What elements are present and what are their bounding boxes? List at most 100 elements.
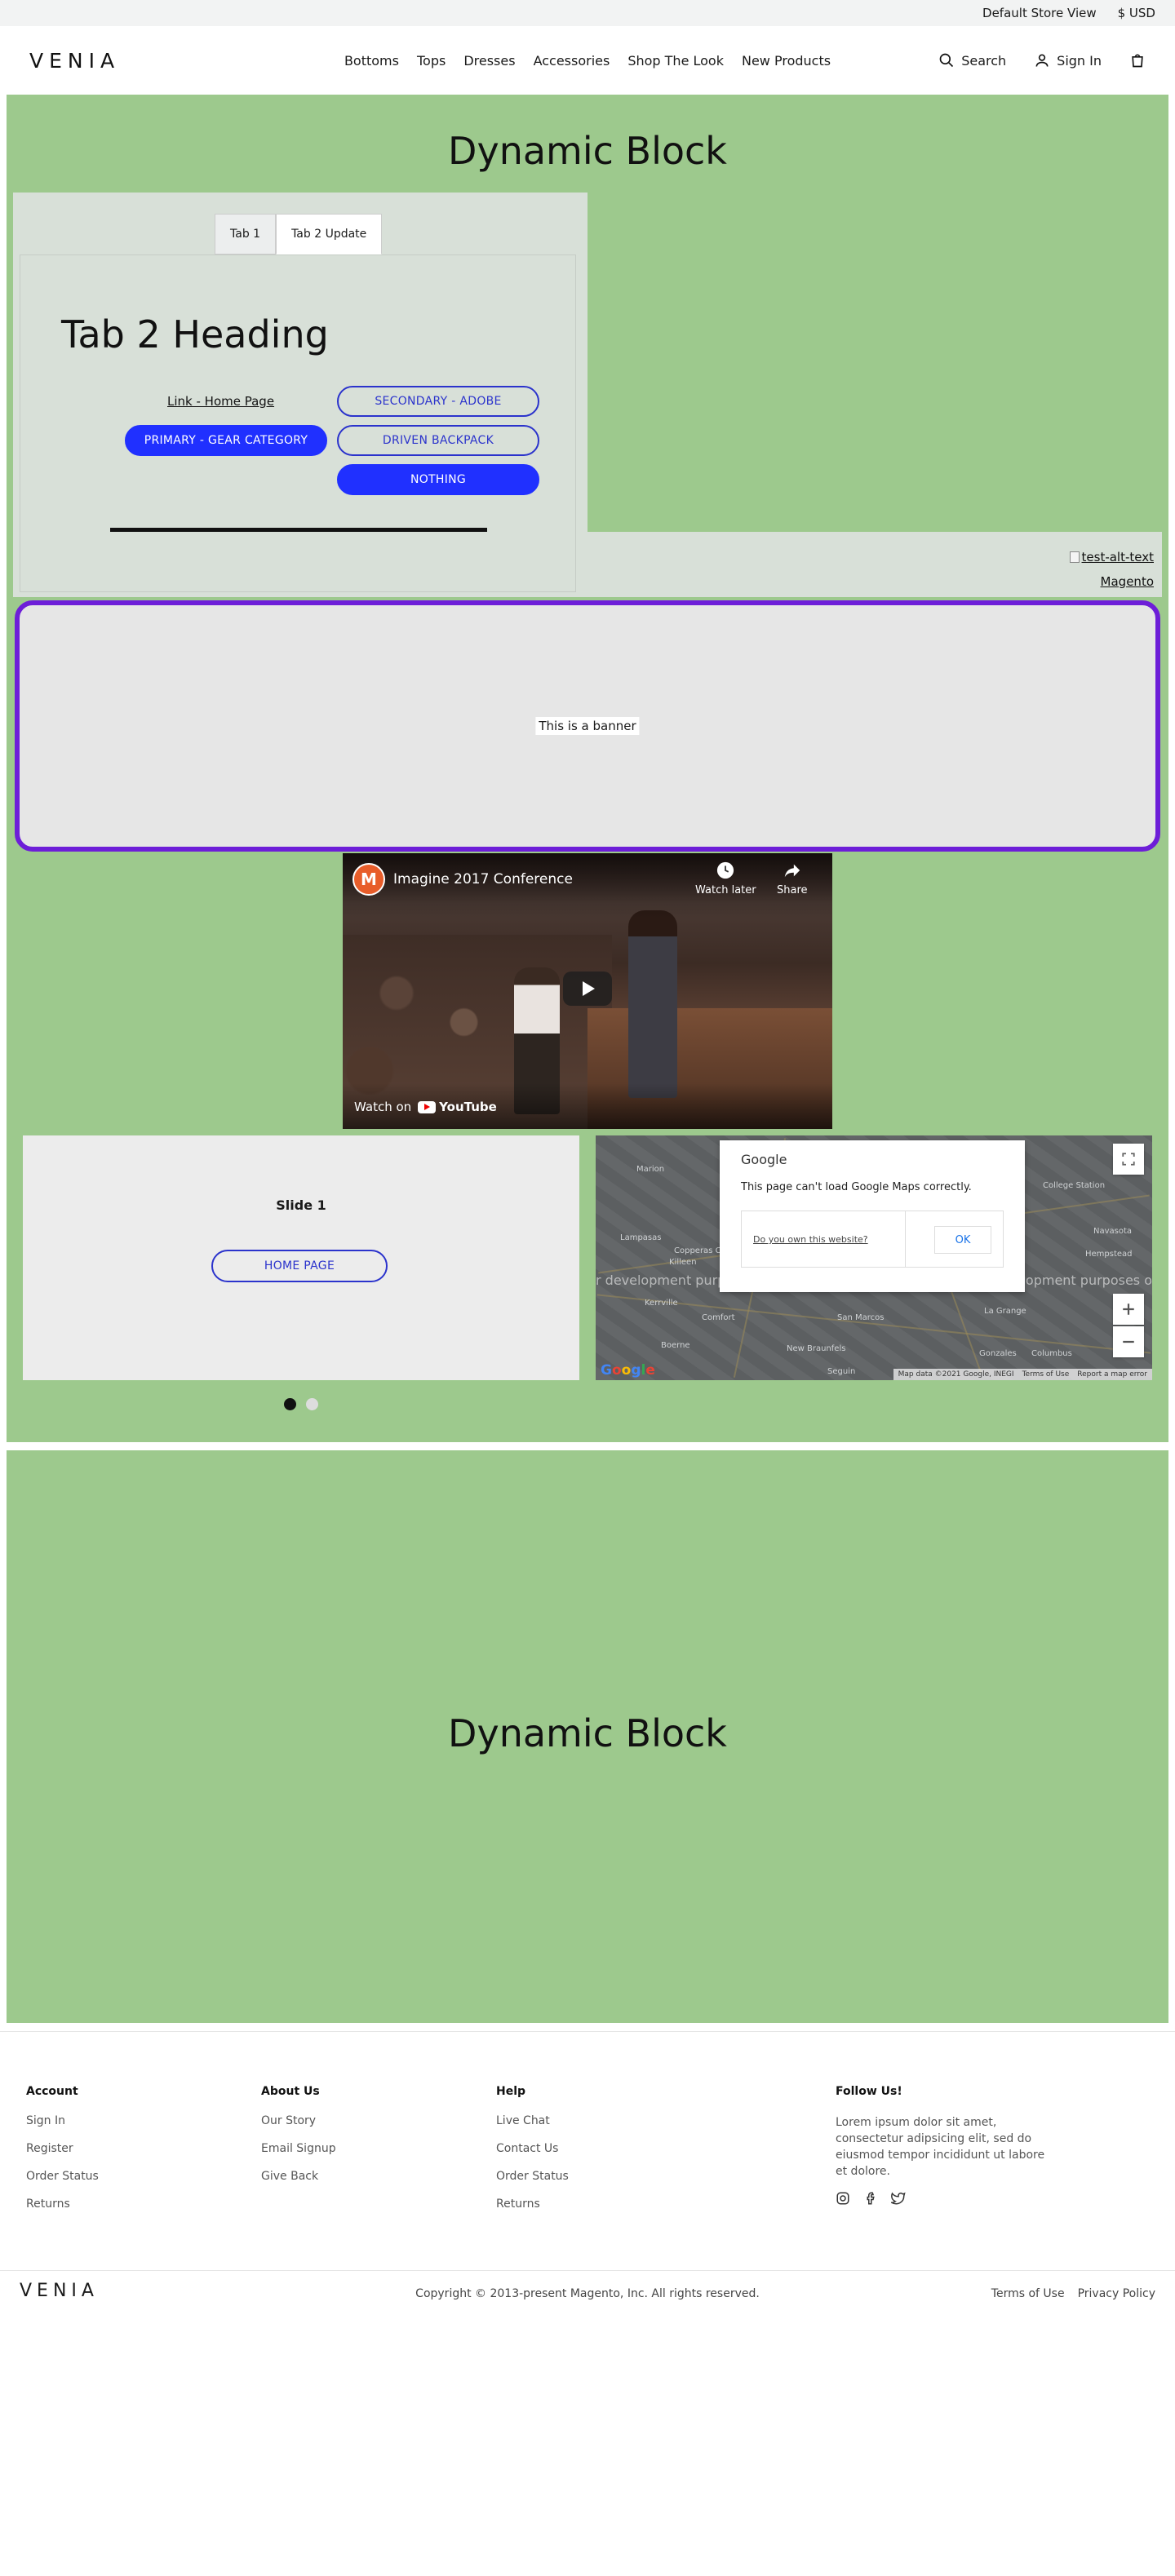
nav-item-new-products[interactable]: New Products [742, 53, 831, 69]
tab-heading: Tab 2 Heading [61, 312, 329, 356]
cart-trigger[interactable] [1129, 52, 1146, 69]
instagram-icon[interactable] [836, 2191, 850, 2206]
dynamic-block-1: Dynamic Block Tab 1 Tab 2 Update Tab 2 H… [7, 95, 1168, 1442]
footer-link-give-back[interactable]: Give Back [261, 2170, 336, 2183]
footer-follow-text: Lorem ipsum dolor sit amet, consectetur … [836, 2116, 1045, 2178]
footer-link-returns[interactable]: Returns [496, 2198, 569, 2211]
footer-privacy-link[interactable]: Privacy Policy [1078, 2287, 1155, 2300]
youtube-video-player[interactable]: M Imagine 2017 Conference Watch later Sh… [343, 853, 832, 1129]
nav-item-tops[interactable]: Tops [417, 53, 446, 69]
search-label: Search [961, 52, 1007, 69]
nav-item-accessories[interactable]: Accessories [534, 53, 610, 69]
tabs-container: Tab 1 Tab 2 Update Tab 2 Heading Link - … [13, 193, 588, 597]
map-terms-link[interactable]: Terms of Use [1022, 1370, 1070, 1379]
facebook-icon[interactable] [863, 2191, 878, 2206]
banner[interactable]: This is a banner [15, 600, 1160, 852]
primary-gear-category-button[interactable]: PRIMARY - GEAR CATEGORY [125, 425, 327, 456]
dynamic-block-2: Dynamic Block [7, 1450, 1168, 2023]
venia-logo[interactable]: VENIA [29, 49, 120, 73]
watch-later-button[interactable]: Watch later [695, 861, 756, 896]
magento-link[interactable]: Magento [1101, 574, 1154, 589]
currency-switcher[interactable]: $ USD [1118, 6, 1155, 20]
map-place-label: Gonzales [979, 1349, 1017, 1358]
nav-item-bottoms[interactable]: Bottoms [344, 53, 399, 69]
slide-title: Slide 1 [276, 1197, 326, 1213]
footer-help-heading: Help [496, 2085, 526, 2098]
fullscreen-icon [1122, 1153, 1135, 1166]
own-website-link[interactable]: Do you own this website? [753, 1234, 868, 1245]
map-place-label: Seguin [827, 1367, 856, 1376]
map-place-label: Kerrville [645, 1299, 678, 1308]
watch-later-label: Watch later [695, 884, 756, 896]
tab-2-update[interactable]: Tab 2 Update [276, 214, 383, 255]
dynamic-block-title: Dynamic Block [448, 129, 727, 173]
image-alt-text: test-alt-text [1081, 550, 1154, 564]
driven-backpack-button[interactable]: DRIVEN BACKPACK [337, 425, 539, 456]
map-dialog-google: Google [741, 1152, 787, 1167]
footer-follow-heading: Follow Us! [836, 2085, 902, 2098]
map-dialog-separator [905, 1211, 906, 1267]
broken-image: test-alt-text [1069, 550, 1154, 564]
dynamic-block-title: Dynamic Block [448, 1711, 727, 1755]
tab-panel: Tab 2 Heading Link - Home Page SECONDARY… [20, 255, 576, 592]
map-place-label: Lampasas [620, 1233, 662, 1242]
footer-link-contact-us[interactable]: Contact Us [496, 2142, 569, 2155]
video-frame-speaker [628, 910, 677, 1098]
map-place-label: Navasota [1093, 1227, 1133, 1236]
zoom-in-button[interactable] [1113, 1294, 1144, 1325]
twitter-icon[interactable] [891, 2191, 906, 2206]
secondary-adobe-button[interactable]: SECONDARY - ADOBE [337, 386, 539, 417]
tab-headers: Tab 1 Tab 2 Update [215, 214, 383, 255]
channel-avatar-icon[interactable]: M [352, 863, 385, 896]
fullscreen-button[interactable] [1113, 1144, 1144, 1175]
slider-dots [284, 1398, 318, 1410]
footer-link-live-chat[interactable]: Live Chat [496, 2114, 569, 2127]
footer-about-heading: About Us [261, 2085, 320, 2098]
google-logo-icon[interactable]: Google [601, 1362, 655, 1379]
link-home-page[interactable]: Link - Home Page [167, 394, 274, 409]
footer-link-order-status[interactable]: Order Status [26, 2170, 99, 2183]
footer-account-column: Account Sign In Register Order Status Re… [26, 2085, 99, 2225]
footer-link-order-status[interactable]: Order Status [496, 2170, 569, 2183]
plus-icon [1123, 1303, 1134, 1315]
zoom-out-button[interactable] [1113, 1326, 1144, 1357]
nothing-button[interactable]: NOTHING [337, 464, 539, 495]
map-error-dialog: Google This page can't load Google Maps … [720, 1140, 1025, 1292]
video-title[interactable]: Imagine 2017 Conference [393, 871, 573, 887]
map-place-label: Columbus [1031, 1349, 1072, 1358]
sign-in-label: Sign In [1057, 52, 1102, 69]
play-button-icon[interactable] [563, 972, 612, 1006]
footer-about-column: About Us Our Story Email Signup Give Bac… [261, 2085, 336, 2198]
nav-item-dresses[interactable]: Dresses [463, 53, 515, 69]
map-report-link[interactable]: Report a map error [1077, 1370, 1147, 1379]
tab-1[interactable]: Tab 1 [215, 214, 277, 255]
map-place-label: La Grange [984, 1307, 1026, 1316]
banner-message: This is a banner [535, 717, 640, 735]
map-place-label: San Marcos [837, 1313, 885, 1322]
nav-item-shop-the-look[interactable]: Shop The Look [627, 53, 724, 69]
footer-divider [0, 2031, 1175, 2032]
slider-dot-2[interactable] [306, 1398, 318, 1410]
footer-link-email-signup[interactable]: Email Signup [261, 2142, 336, 2155]
map-dialog-ok-button[interactable]: OK [934, 1226, 991, 1254]
footer-terms-link[interactable]: Terms of Use [991, 2287, 1065, 2300]
broken-image-icon [1069, 551, 1080, 563]
footer-link-register[interactable]: Register [26, 2142, 99, 2155]
sign-in-trigger[interactable]: Sign In [1034, 52, 1102, 69]
youtube-wordmark: YouTube [439, 1100, 497, 1114]
google-map[interactable]: Marion College Station Navasota Hempstea… [596, 1135, 1152, 1380]
map-place-label: Hempstead [1085, 1250, 1133, 1259]
home-page-button[interactable]: HOME PAGE [211, 1250, 388, 1282]
footer-link-returns[interactable]: Returns [26, 2198, 99, 2211]
map-error-message: This page can't load Google Maps correct… [741, 1181, 972, 1193]
share-button[interactable]: Share [777, 861, 808, 896]
share-icon [784, 864, 800, 878]
store-view-switcher[interactable]: Default Store View [982, 6, 1097, 20]
search-trigger[interactable]: Search [938, 52, 1006, 69]
slider-dot-1[interactable] [284, 1398, 296, 1410]
footer-link-our-story[interactable]: Our Story [261, 2114, 336, 2127]
top-bar: Default Store View $ USD [0, 0, 1175, 26]
watch-on-youtube-link[interactable]: Watch on YouTube [354, 1100, 497, 1114]
footer-link-sign-in[interactable]: Sign In [26, 2114, 99, 2127]
shopping-bag-icon [1132, 54, 1143, 68]
